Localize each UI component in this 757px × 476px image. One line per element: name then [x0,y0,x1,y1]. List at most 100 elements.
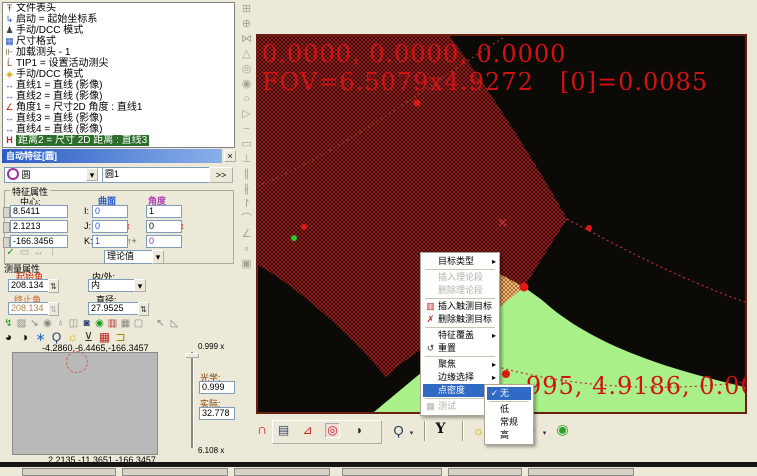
menu-item-reset[interactable]: ↺重置 [423,342,497,355]
triangle-icon[interactable]: ◺ [168,317,181,330]
sector-tool-icon[interactable]: ◗ [353,424,366,437]
red-point[interactable] [414,100,421,107]
tree-item[interactable]: ♟手动/DCC 模式 [3,25,234,36]
flip-vector-icon[interactable]: ↕ [126,221,131,231]
chevron-down-icon[interactable]: ▾ [134,279,146,292]
axis-lock[interactable] [3,207,10,218]
chevron-down-icon[interactable]: ▾ [405,427,418,440]
feature-arc-icon[interactable]: ⌒ [237,212,256,227]
feature-panel-titlebar[interactable]: 自动特征[圆] [2,149,222,163]
feature-ellipse-icon[interactable]: ○ [237,92,256,107]
red-point[interactable] [301,224,307,230]
end-angle-field[interactable]: 208.134 [8,302,52,315]
zoom-slider-handle[interactable] [185,353,199,358]
box-icon[interactable]: ▢ [132,317,145,330]
pattern-icon[interactable]: ▭ [18,246,31,259]
graphics-view[interactable]: 0.0000, 0.0000, 0.0000 FOV=6.5079x4.9272… [256,34,747,414]
red-point[interactable] [502,370,510,378]
arrow-nw-icon[interactable]: ↖ [154,317,167,330]
inout-dropdown[interactable]: 内 [88,279,138,292]
feature-slot-icon[interactable]: ▭ [237,137,256,152]
j-angle-field[interactable]: 0 [146,220,182,233]
display-icon[interactable]: ◙ [80,317,93,330]
live-view-tool-icon[interactable]: ◉ [556,423,569,436]
tree-item[interactable]: ∠角度1 = 尺寸2D 角度 : 直线1 [3,102,234,113]
submenu-item-none[interactable]: ✓无 [487,387,531,400]
center-y-field[interactable]: 2.1213 [10,220,68,233]
tree-item[interactable]: ↔直线3 = 直线 (影像) [3,113,234,124]
i-angle-field[interactable]: 1 [146,205,182,218]
red-point[interactable] [520,283,529,292]
video-preview[interactable] [12,352,158,455]
tree-item[interactable]: ↔直线4 = 直线 (影像) [3,124,234,135]
start-angle-spinner[interactable]: ⇅ [48,279,59,293]
menu-item-insert-touch-target[interactable]: ▥插入触测目标 [423,300,497,313]
submenu-item-high[interactable]: 高 [487,429,531,442]
close-icon[interactable]: × [224,150,236,162]
feature-cylinder-icon[interactable]: ⋈ [237,32,256,47]
menu-item-insert-theo-segment[interactable]: 插入理论段 [423,271,497,284]
menu-item-remove-touch-target[interactable]: ✗删除触测目标 [423,313,497,326]
menu-item-feature-override[interactable]: 特征覆盖▸ [423,329,497,342]
end-angle-spinner[interactable]: ⇅ [48,302,59,316]
feature-angle-icon[interactable]: ∠ [237,227,256,242]
contrast-icon[interactable]: ◕ [2,331,15,344]
edge-path-tool-icon[interactable]: ⊿ [301,424,314,437]
execute-icon[interactable]: ↯ [2,317,15,330]
flip-vector-icon[interactable]: ↕ [180,221,185,231]
magnet-tool-icon[interactable]: ∩ [254,423,270,436]
target-icon[interactable]: ◉ [41,317,54,330]
menu-item-edge-select[interactable]: 边缘选择▸ [423,371,497,384]
j-surface-field[interactable]: 0 [92,220,128,233]
grid-icon[interactable]: ▦ [119,317,132,330]
mirror-icon[interactable]: ↔ [32,246,45,259]
feature-nonparallel-icon[interactable]: ∦ [237,182,256,197]
half-contrast-icon[interactable]: ◑ [18,331,31,344]
axis-lock[interactable] [3,222,10,233]
diameter-spinner[interactable]: ⇅ [138,302,149,316]
zoom-slider-track[interactable] [191,352,194,448]
chevron-down-icon[interactable]: ▾ [86,168,98,181]
center-x-field[interactable]: 8.5411 [10,205,68,218]
feature-name-field[interactable]: 圆1 [102,167,210,183]
theo-dropdown[interactable]: 理论值 [104,250,156,264]
feature-circle-icon[interactable]: ◎ [237,62,256,77]
feature-perpendicular-icon[interactable]: ⊥ [237,152,256,167]
camera-tool-icon[interactable]: ▤ [277,424,290,437]
probe-tool-icon[interactable]: Y [434,423,447,436]
move-icon[interactable]: ↘ [28,317,41,330]
menu-item-focus[interactable]: 聚焦▸ [423,358,497,371]
k-angle-field[interactable]: 0 [146,235,182,248]
feature-cone-icon[interactable]: △ [237,47,256,62]
submenu-item-low[interactable]: 低 [487,403,531,416]
tree-item[interactable]: ↔直线2 = 直线 (影像) [3,91,234,102]
feature-point-icon[interactable]: ⊕ [237,17,256,32]
tree-item[interactable]: ↳启动 = 起始坐标系 [3,14,234,25]
tree-item[interactable]: ◈手动/DCC 模式 [3,69,234,80]
feature-sphere-icon[interactable]: ◉ [237,77,256,92]
i-surface-field[interactable]: 0 [92,205,128,218]
feature-dot-icon[interactable]: ∘ [237,242,256,257]
feature-polygon-icon[interactable]: ▷ [237,107,256,122]
actual-field[interactable]: 32.778 [199,407,235,420]
feature-vector-icon[interactable]: ↾ [237,197,256,212]
tree-item-selected[interactable]: H距离2 = 尺寸 2D 距离 : 直线3 [3,135,234,146]
feature-frame-icon[interactable]: ▣ [237,257,256,272]
tree-item[interactable]: ⊩加载测头 - 1 [3,47,234,58]
optical-field[interactable]: 0.999 [199,381,235,394]
flower-target-icon[interactable]: ◉ [93,317,106,330]
menu-item-target-type[interactable]: 目标类型▸ [423,255,497,268]
start-angle-field[interactable]: 208.134 [8,279,52,292]
circle-target-tool-icon[interactable]: ◎ [325,423,340,438]
accept-icon[interactable]: ✓ [4,246,17,259]
chevron-down-icon[interactable]: ▾ [152,250,164,264]
bars-icon[interactable]: ▥ [106,317,119,330]
feature-grid-icon[interactable]: ⊞ [237,2,256,17]
expand-button[interactable]: >> [209,167,233,183]
diameter-field[interactable]: 27.9525 [88,302,142,315]
chevron-down-icon[interactable]: ▾ [538,427,551,440]
menu-item-delete-theo-segment[interactable]: 删除理论段 [423,284,497,297]
red-point[interactable] [586,225,592,231]
tree-item[interactable]: Ŧ文件表头 [3,3,234,14]
tree-item[interactable]: ĹTIP1 = 设置活动测尖 [3,58,234,69]
